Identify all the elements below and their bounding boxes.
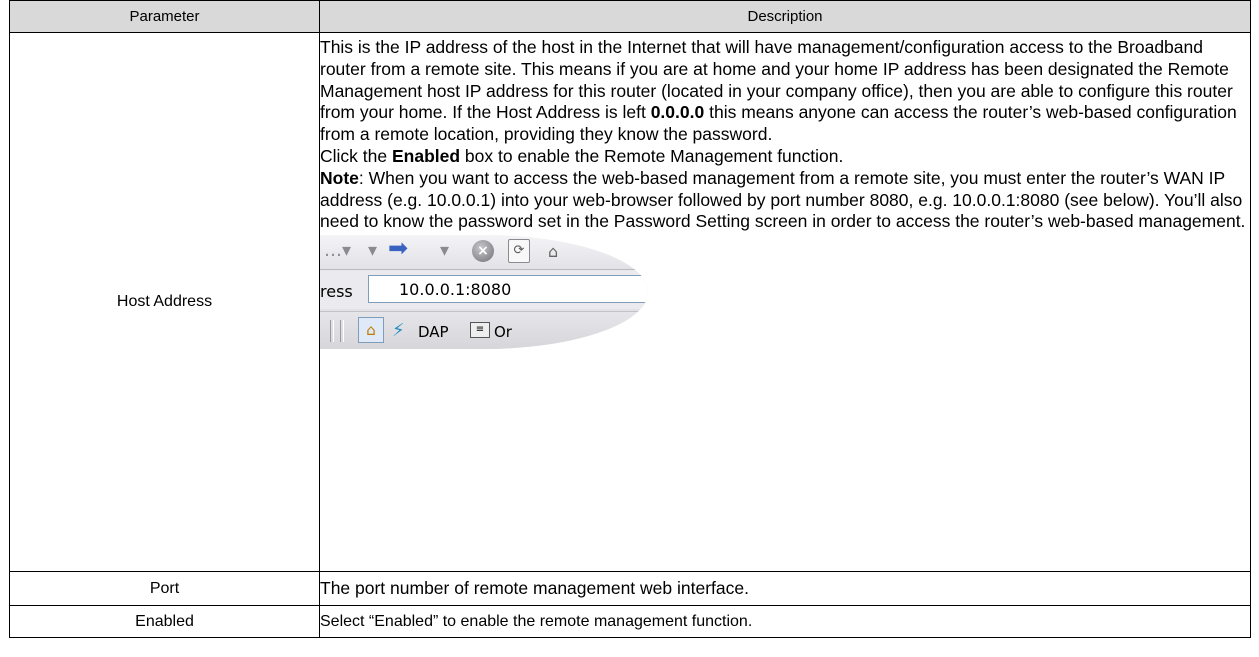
back-icon: …▾ <box>324 240 352 262</box>
dap-link: DAP <box>418 323 449 342</box>
enabled-keyword: Enabled <box>391 145 461 166</box>
forward-dropdown-icon: ▾ <box>440 240 450 262</box>
host-default-value: 0.0.0.0 <box>650 102 705 123</box>
param-desc-port: The port number of remote management web… <box>319 571 1251 606</box>
browser-address-bar-screenshot: …▾ ▾ ➡ ▾ × ⟳ ⌂ ress 10.0.0.1:8080 ⌂ ⚡ DA… <box>320 235 648 350</box>
header-description: Description <box>319 0 1251 33</box>
host-desc-note: Note: When you want to access the web-ba… <box>320 167 1246 232</box>
param-name-host-address: Host Address <box>9 32 320 572</box>
toolbar-separator <box>340 320 344 343</box>
back-dropdown-icon: ▾ <box>368 240 378 262</box>
dap-icon: ⚡ <box>392 320 405 342</box>
links-bar: ⌂ ⚡ DAP ≡ Or <box>320 311 648 350</box>
param-desc-enabled: Select “Enabled” to enable the remote ma… <box>319 605 1251 638</box>
home-button-icon: ⌂ <box>358 317 384 344</box>
parameter-table: Parameter Description Host Address This … <box>9 0 1251 638</box>
host-desc-paragraph-2: Click the Enabled box to enable the Remo… <box>320 145 844 166</box>
param-name-port: Port <box>9 571 320 606</box>
stop-icon: × <box>472 240 494 263</box>
table-header-row: Parameter Description <box>9 0 1251 33</box>
options-icon: ≡ <box>470 322 490 339</box>
forward-arrow-icon: ➡ <box>388 235 409 263</box>
browser-toolbar: …▾ ▾ ➡ ▾ × ⟳ ⌂ <box>320 235 648 271</box>
header-parameter: Parameter <box>9 0 320 33</box>
options-link: Or <box>494 323 512 342</box>
address-label: ress <box>320 282 353 302</box>
note-label: Note <box>320 167 359 188</box>
address-row: ress 10.0.0.1:8080 <box>320 271 648 310</box>
refresh-icon: ⟳ <box>508 239 530 264</box>
table-row: Host Address This is the IP address of t… <box>9 32 1251 572</box>
param-name-enabled: Enabled <box>9 605 320 638</box>
param-desc-host-address: This is the IP address of the host in th… <box>319 32 1251 572</box>
address-field: 10.0.0.1:8080 <box>368 275 648 304</box>
table-row: Port The port number of remote managemen… <box>9 571 1251 606</box>
table-row: Enabled Select “Enabled” to enable the r… <box>9 605 1251 638</box>
home-icon: ⌂ <box>548 242 559 262</box>
host-desc-paragraph-1: This is the IP address of the host in th… <box>320 37 1237 145</box>
toolbar-separator <box>330 320 334 343</box>
